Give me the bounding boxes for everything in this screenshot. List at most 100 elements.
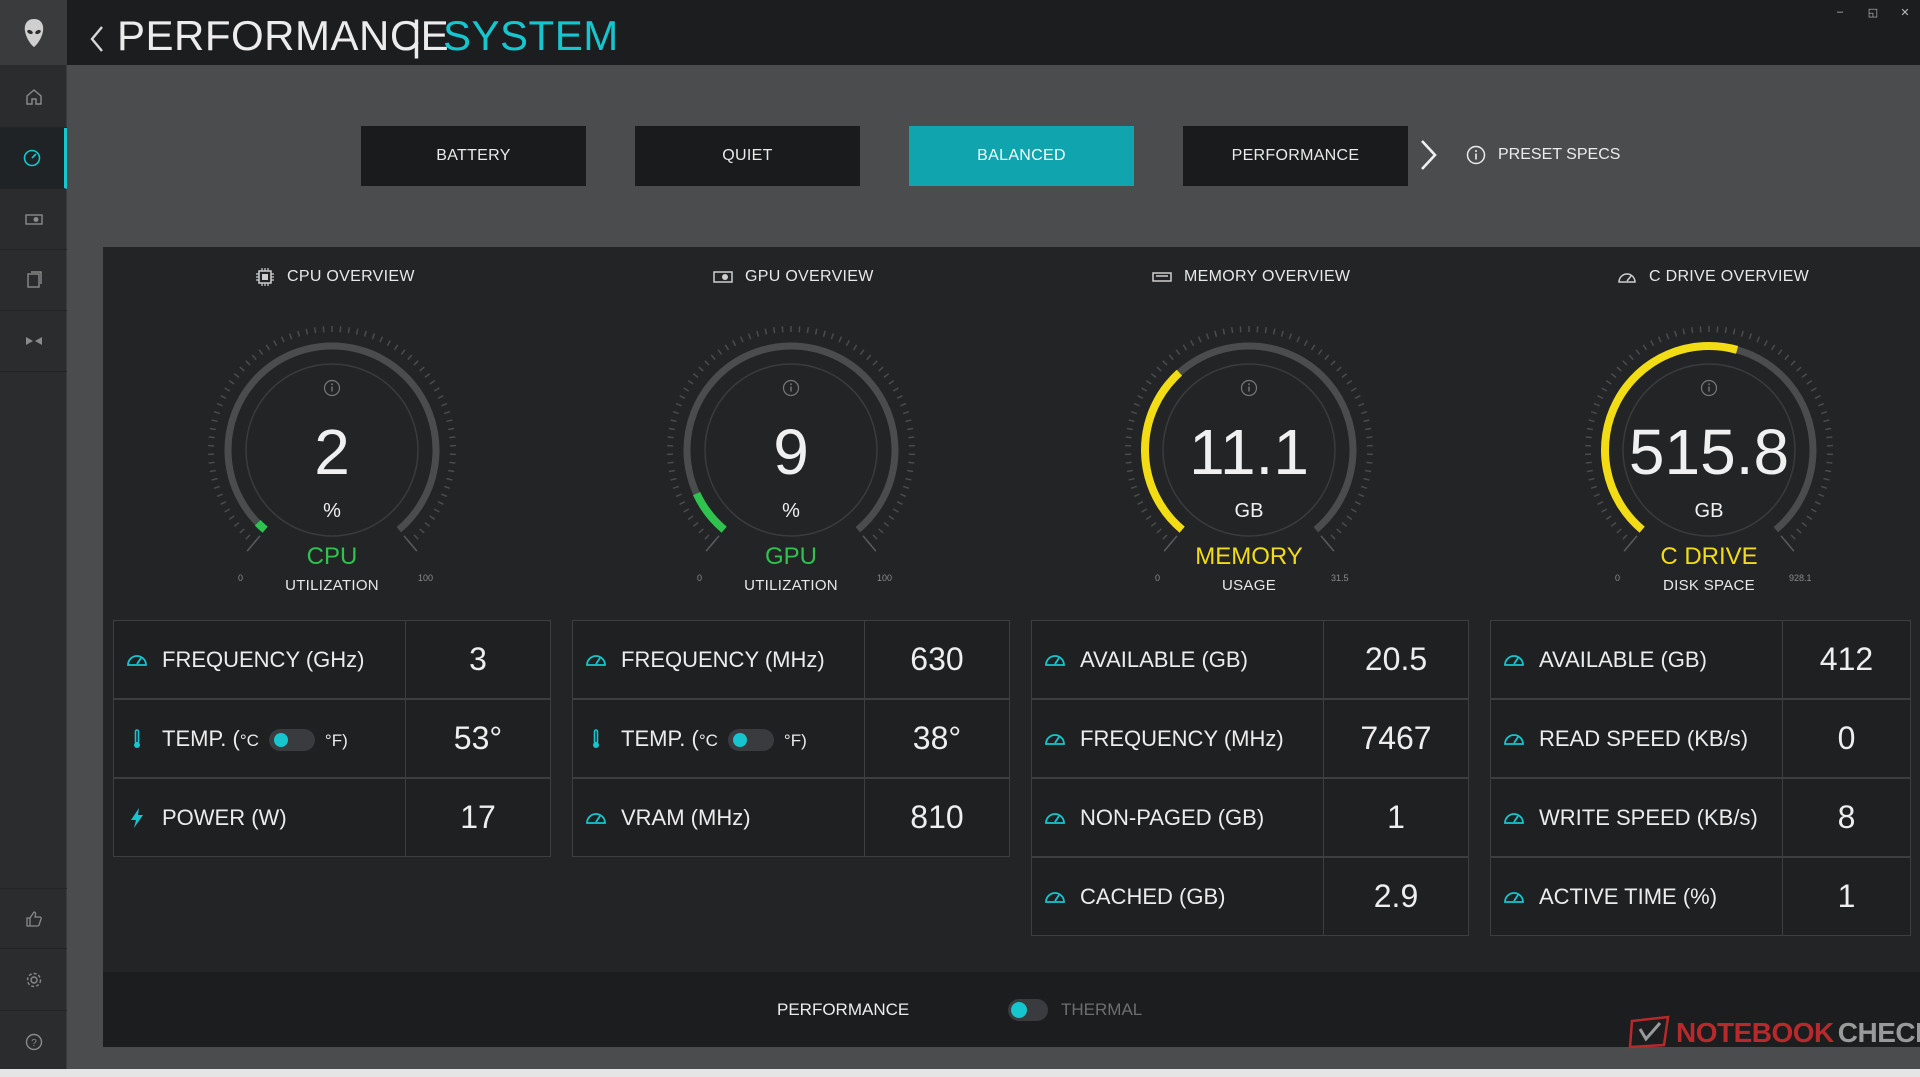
gpu-temp-fahrenheit: °F): [783, 730, 807, 750]
gauge-tick: [419, 366, 425, 372]
minimize-button[interactable]: –: [1826, 2, 1854, 22]
taskbar-strip: [0, 1069, 1920, 1077]
memory-gauge-max: 31.5: [1331, 573, 1349, 583]
next-preset-chevron-icon[interactable]: [1418, 135, 1440, 175]
audio-nav-icon[interactable]: [0, 311, 67, 372]
preset-specs-link[interactable]: PRESET SPECS: [1466, 145, 1620, 165]
thermal-mode-label[interactable]: THERMAL: [1061, 1000, 1142, 1020]
gauge-tick: [739, 336, 744, 343]
cpu-gauge-label: CPU: [306, 543, 358, 570]
drive-available-label-cell: AVAILABLE (GB): [1490, 620, 1783, 699]
gauge-tick: [679, 394, 686, 399]
gpu-overview-title: GPU OVERVIEW: [745, 268, 874, 285]
performance-mode-label[interactable]: PERFORMANCE: [777, 1000, 909, 1020]
speedometer-icon: [1504, 891, 1524, 903]
gauge-tick: [1801, 373, 1808, 378]
gauge-tick: [1336, 366, 1342, 372]
gauge-tick: [675, 493, 682, 498]
gauge-tick: [245, 534, 251, 540]
gauge-tick: [1264, 327, 1268, 334]
gauge-tick: [1354, 394, 1361, 399]
gpu-frequency-label-cell: FREQUENCY (MHz): [572, 620, 865, 699]
gauge-tick: [413, 534, 419, 540]
alien-logo-icon[interactable]: [0, 0, 67, 65]
settings-gear-icon[interactable]: [0, 950, 67, 1011]
gauge-tick: [900, 402, 907, 407]
gauge-tick: [419, 528, 425, 534]
gauge-tick: [883, 373, 890, 378]
table-row: ACTIVE TIME (%) 1: [1490, 857, 1911, 936]
gauge-tick: [1141, 387, 1148, 392]
gauge-tick: [313, 327, 317, 334]
preset-performance-button[interactable]: PERFORMANCE: [1183, 126, 1408, 186]
memory-frequency-value: 7467: [1324, 699, 1469, 778]
cpu-chip-icon: [256, 268, 274, 286]
cpu-temp-celsius: °C: [239, 730, 259, 750]
speedometer-icon: [586, 812, 606, 824]
gpu-nav-icon[interactable]: [0, 189, 67, 250]
cpu-frequency-label: FREQUENCY (GHz): [162, 646, 365, 672]
gauge-tick: [1597, 394, 1604, 399]
gauge-tick: [683, 387, 690, 392]
thumbs-up-icon[interactable]: [0, 888, 67, 949]
back-chevron-icon[interactable]: [87, 24, 107, 54]
preset-quiet-button[interactable]: QUIET: [635, 126, 860, 186]
close-button[interactable]: ✕: [1891, 2, 1919, 22]
drive-gauge-info-icon[interactable]: [1700, 379, 1718, 397]
gauge-tick: [441, 493, 448, 498]
gauge-tick: [1610, 373, 1617, 378]
gpu-gauge-unit: %: [782, 500, 800, 522]
drive-write-label: WRITE SPEED (KB/s): [1539, 804, 1758, 830]
preset-battery-button[interactable]: BATTERY: [361, 126, 586, 186]
gauge-tick: [1806, 380, 1813, 385]
gauge-tick: [704, 360, 710, 366]
page-subtitle: SYSTEM: [443, 12, 619, 59]
gauge-tick: [1622, 360, 1628, 366]
gauge-tick: [393, 344, 399, 351]
gauge-tick: [1796, 366, 1802, 372]
help-icon[interactable]: ?: [0, 1011, 67, 1072]
gpu-frequency-label: FREQUENCY (MHz): [621, 646, 825, 672]
gauge-tick: [1358, 402, 1365, 407]
drive-active-label: ACTIVE TIME (%): [1539, 883, 1718, 909]
gauge-tick: [806, 327, 810, 334]
gauge-tick: [216, 402, 223, 407]
gauge-tick: [1601, 387, 1608, 392]
table-row: READ SPEED (KB/s) 0: [1490, 699, 1911, 778]
cpu-temp-unit-toggle[interactable]: [268, 728, 315, 751]
gauge-tick: [710, 354, 716, 361]
cpu-temp-fahrenheit: °F): [324, 730, 348, 750]
gauge-tick: [233, 373, 240, 378]
gauge-tick: [747, 333, 752, 340]
gauge-tick: [371, 333, 376, 340]
speedometer-icon: [1045, 654, 1065, 666]
gauge-value-arc: [254, 519, 268, 533]
restore-button[interactable]: ◱: [1859, 2, 1887, 22]
memory-nonpaged-value: 1: [1324, 778, 1469, 857]
preset-balanced-button[interactable]: BALANCED: [909, 126, 1134, 186]
gauge-tick: [1190, 340, 1195, 347]
performance-thermal-toggle[interactable]: [1008, 999, 1048, 1021]
memory-cached-value: 2.9: [1324, 857, 1469, 936]
table-row: TEMP. (°C °F) 38°: [572, 699, 1010, 778]
gpu-temp-unit-toggle[interactable]: [727, 728, 774, 751]
gauge-tick: [675, 402, 682, 407]
cpu-gauge-info-icon[interactable]: [323, 379, 341, 397]
gauge-tick: [902, 410, 910, 415]
gauge-tick: [1230, 327, 1234, 334]
performance-nav-icon[interactable]: [0, 128, 67, 189]
memory-gauge-info-icon[interactable]: [1240, 379, 1258, 397]
speedometer-icon: [1045, 733, 1065, 745]
library-nav-icon[interactable]: [0, 250, 67, 311]
gauge-tick: [1162, 360, 1168, 366]
memory-cached-label: CACHED (GB): [1080, 883, 1226, 909]
home-icon[interactable]: [0, 67, 67, 128]
gauge-tick: [400, 349, 406, 355]
notebookcheck-watermark: NOTEBOOKCHECK: [1628, 1015, 1920, 1051]
thermometer-icon: [134, 728, 140, 748]
memory-overview-header: MEMORY OVERVIEW: [1152, 267, 1350, 287]
gpu-gauge-min: 0: [697, 573, 703, 583]
gauge-tick: [692, 373, 699, 378]
gpu-gauge-info-icon[interactable]: [782, 379, 800, 397]
gauge-tick: [355, 328, 359, 335]
